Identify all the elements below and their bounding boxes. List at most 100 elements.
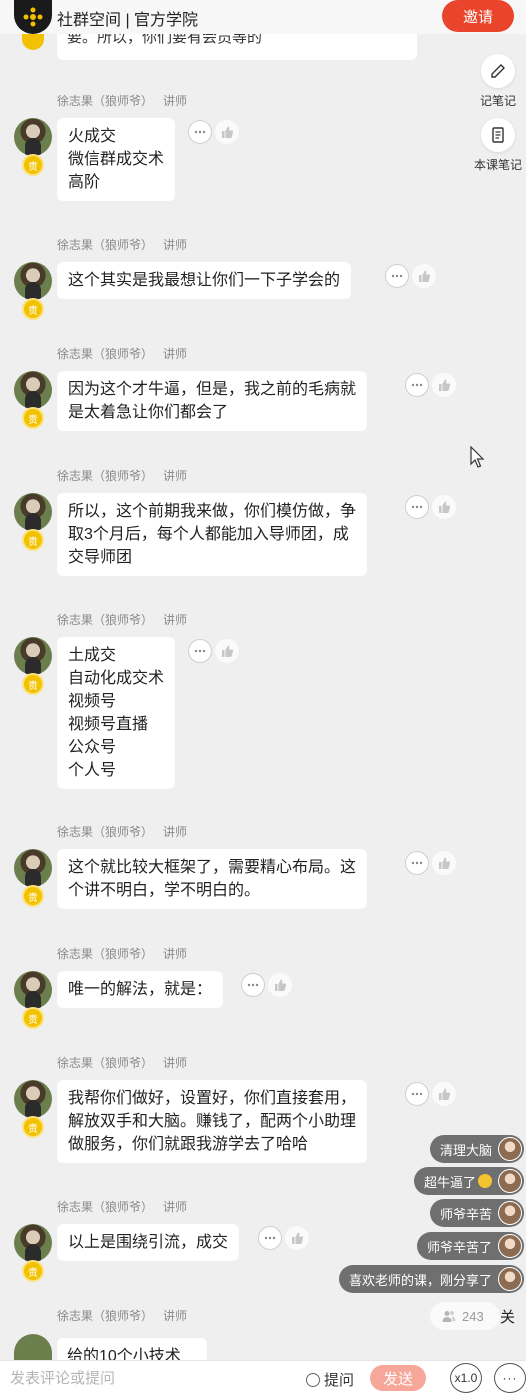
message-line: 以上是围绕引流，成交: [68, 1234, 229, 1251]
sender-role: 讲师: [163, 1200, 188, 1214]
more-options-icon[interactable]: [188, 120, 212, 144]
vip-badge: 贵: [22, 529, 44, 551]
partial-message-text: 要。所以，你们要有会员等的: [67, 34, 263, 46]
ask-question-toggle[interactable]: 提问: [306, 1369, 354, 1390]
sender-role: 讲师: [163, 825, 188, 839]
more-options-icon[interactable]: [405, 851, 429, 875]
comment-input[interactable]: [10, 1366, 300, 1390]
message-line: 唯一的解法，就是：: [68, 981, 213, 998]
avatar[interactable]: [14, 1334, 52, 1360]
avatar: [498, 1137, 522, 1161]
avatar: [498, 1201, 522, 1225]
course-notes-label: 本课笔记: [473, 158, 522, 172]
app-logo: [14, 0, 52, 34]
avatar[interactable]: [14, 371, 52, 409]
message-line: 交导师团: [68, 549, 133, 566]
avatar[interactable]: [14, 262, 52, 300]
bottom-bar: 提问 发送 x1.0 ···: [0, 1360, 526, 1393]
invite-button[interactable]: 邀请: [442, 0, 514, 32]
take-notes-tool[interactable]: 记笔记: [470, 54, 526, 109]
avatar[interactable]: [14, 971, 52, 1009]
smile-emoji-icon: [478, 1174, 492, 1188]
message-bubble: 土成交 自动化成交术 视频号 视频号直播 公众号 个人号: [57, 637, 176, 789]
avatar[interactable]: [14, 1080, 52, 1118]
sender-name: 徐志果（狼师爷）: [57, 1056, 154, 1070]
sender-role: 讲师: [163, 1309, 188, 1323]
partial-message-text: 给的10个小技术: [67, 1348, 181, 1360]
message-line: 这个其实是我最想让你们一下子学会的: [68, 272, 341, 289]
message-line: 我帮你们做好，设置好，你们直接套用，: [68, 1090, 357, 1107]
thumbs-up-icon[interactable]: [412, 264, 436, 288]
notebook-icon[interactable]: [481, 118, 515, 152]
sender-name: 徐志果（狼师爷）: [57, 947, 154, 961]
message-line: 个人号: [68, 762, 117, 779]
sender-line: 徐志果（狼师爷） 讲师: [57, 611, 187, 628]
floating-comment-text: 清理大脑: [439, 1142, 492, 1158]
vip-badge: 贵: [22, 1260, 44, 1282]
thumbs-up-icon[interactable]: [215, 120, 239, 144]
message-line: 这个就比较大框架了，需要精心布局。这: [68, 859, 357, 876]
message-actions: [405, 495, 456, 519]
message-actions: [385, 264, 436, 288]
thumbs-up-icon[interactable]: [285, 1226, 309, 1250]
message-line: 取3个月后，每个人都能加入导师团，成: [68, 526, 349, 543]
thumbs-up-icon[interactable]: [268, 973, 292, 997]
partial-message-bubble: 要。所以，你们要有会员等的: [57, 34, 417, 60]
thumbs-up-icon[interactable]: [432, 851, 456, 875]
radio-icon[interactable]: [306, 1372, 320, 1387]
sender-line: 徐志果（狼师爷） 讲师: [57, 1307, 187, 1324]
avatar[interactable]: [14, 1224, 52, 1262]
floating-comment: 师爷辛苦: [429, 1199, 524, 1227]
vip-badge: 贵: [22, 885, 44, 907]
more-options-icon[interactable]: [405, 1082, 429, 1106]
sender-line: 徐志果（狼师爷） 讲师: [57, 467, 187, 484]
thumbs-up-icon[interactable]: [432, 495, 456, 519]
more-options-icon[interactable]: [188, 639, 212, 663]
avatar[interactable]: [14, 493, 52, 531]
vip-badge: 贵: [22, 407, 44, 429]
sender-name: 徐志果（狼师爷）: [57, 1309, 154, 1323]
avatar[interactable]: [14, 637, 52, 675]
more-options-icon[interactable]: [405, 373, 429, 397]
message-line: 视频号: [68, 693, 117, 710]
close-button[interactable]: 关: [500, 1306, 515, 1327]
avatar[interactable]: [14, 118, 52, 156]
more-options-icon[interactable]: [258, 1226, 282, 1250]
avatar[interactable]: [14, 849, 52, 887]
more-button[interactable]: ···: [494, 1363, 526, 1393]
avatar: [498, 1234, 522, 1258]
message-line: 微信群成交术: [68, 151, 165, 168]
sender-line: 徐志果（狼师爷） 讲师: [57, 1198, 187, 1215]
more-options-icon[interactable]: [385, 264, 409, 288]
message-bubble: 以上是围绕引流，成交: [57, 1224, 240, 1261]
pencil-icon[interactable]: [481, 54, 515, 88]
floating-comment-text: 师爷辛苦: [439, 1206, 492, 1222]
message-line: 视频号直播: [68, 716, 149, 733]
more-options-icon[interactable]: [405, 495, 429, 519]
thumbs-up-icon[interactable]: [432, 373, 456, 397]
sender-name: 徐志果（狼师爷）: [57, 613, 154, 627]
sender-name: 徐志果（狼师爷）: [57, 825, 154, 839]
course-notes-tool[interactable]: 本课笔记: [470, 118, 526, 173]
message-line: 所以，这个前期我来做，你们模仿做，争: [68, 503, 357, 520]
message-line: 个讲不明白，学不明白的。: [68, 882, 261, 899]
thumbs-up-icon[interactable]: [215, 639, 239, 663]
viewer-count[interactable]: 243: [430, 1302, 500, 1330]
partial-badge: [22, 34, 44, 50]
message-line: 火成交: [68, 128, 117, 145]
sender-role: 讲师: [163, 1056, 188, 1070]
message-actions: [405, 373, 456, 397]
message-bubble: 所以，这个前期我来做，你们模仿做，争 取3个月后，每个人都能加入导师团，成 交导…: [57, 493, 368, 576]
message-bubble: 唯一的解法，就是：: [57, 971, 224, 1008]
floating-comment: 超牛逼了: [413, 1167, 524, 1195]
send-button[interactable]: 发送: [370, 1365, 426, 1391]
message-line: 高阶: [68, 174, 101, 191]
vip-badge: 贵: [22, 1007, 44, 1029]
message-bubble: 我帮你们做好，设置好，你们直接套用， 解放双手和大脑。赚钱了，配两个小助理 做服…: [57, 1080, 368, 1163]
sender-role: 讲师: [163, 613, 188, 627]
mouse-cursor-icon: [470, 446, 485, 468]
playback-speed-button[interactable]: x1.0: [450, 1363, 482, 1393]
thumbs-up-icon[interactable]: [432, 1082, 456, 1106]
message-line: 做服务，你们就跟我游学去了哈哈: [68, 1136, 309, 1153]
more-options-icon[interactable]: [241, 973, 265, 997]
